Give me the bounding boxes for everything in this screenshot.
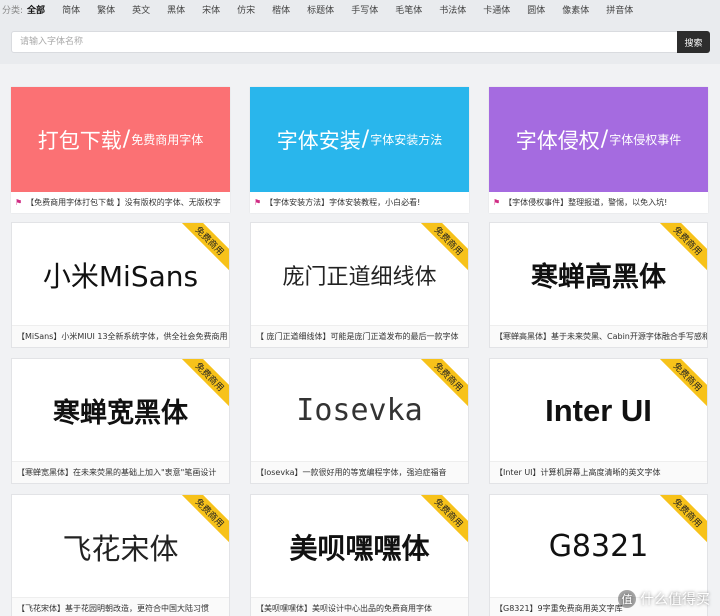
font-card[interactable]: 免费商用 庞门正道细线体 【 庞门正道细线体】可能是庞门正道发布的最后一款字体 — [250, 222, 469, 348]
category-simplified[interactable]: 简体 — [62, 3, 80, 16]
category-hei[interactable]: 黑体 — [167, 3, 185, 16]
font-caption[interactable]: 【MiSans】小米MIUI 13全新系统字体，供全社会免费商用 — [12, 325, 229, 347]
banner-slash: / — [361, 127, 370, 152]
banner-title: 字体侵权 — [515, 128, 600, 153]
flag-icon: ⚑ — [15, 198, 23, 207]
font-card[interactable]: 免费商用 Iosevka 【Iosevka】一款很好用的等宽编程字体，强迫症福音 — [250, 358, 469, 484]
banner-caption-text: 【字体安装方法】字体安装教程，小白必看! — [265, 198, 421, 207]
banner-slash: / — [122, 127, 131, 152]
banner-caption[interactable]: ⚑ 【字体侵权事件】整理报道，警惕，以免入坑! — [489, 192, 708, 213]
category-all[interactable]: 全部 — [27, 3, 45, 16]
banner-infringement[interactable]: 字体侵权 / 字体侵权事件 ⚑ 【字体侵权事件】整理报道，警惕，以免入坑! — [489, 87, 708, 213]
category-title[interactable]: 标题体 — [307, 3, 334, 16]
banner-title: 字体安装 — [276, 128, 361, 153]
category-fangsong[interactable]: 仿宋 — [237, 3, 255, 16]
font-caption[interactable]: 【Iosevka】一款很好用的等宽编程字体，强迫症福音 — [251, 461, 468, 483]
banner-caption-text: 【免费商用字体打包下载 】没有版权的字体、无版权字 — [26, 198, 221, 207]
font-card[interactable]: 免费商用 飞花宋体 【飞花宋体】基于花园明朝改造，更符合中国大陆习惯 — [11, 494, 230, 616]
banner-install[interactable]: 字体安装 / 字体安装方法 ⚑ 【字体安装方法】字体安装教程，小白必看! — [250, 87, 469, 213]
flag-icon: ⚑ — [493, 198, 501, 207]
font-caption[interactable]: 【寒蝉宽黑体】在未来荧黑的基础上加入"衷意"笔画设计 — [12, 461, 229, 483]
category-english[interactable]: 英文 — [132, 3, 150, 16]
banner-image: 打包下载 / 免费商用字体 — [11, 87, 230, 192]
watermark-text: 什么值得买 — [640, 592, 710, 608]
banner-caption[interactable]: ⚑ 【字体安装方法】字体安装教程，小白必看! — [250, 192, 469, 213]
font-caption[interactable]: 【美呗嘿嘿体】美呗设计中心出品的免费商用字体 — [251, 597, 468, 616]
banner-subtitle: 免费商用字体 — [131, 133, 204, 147]
category-calligraphy[interactable]: 书法体 — [439, 3, 466, 16]
banner-download[interactable]: 打包下载 / 免费商用字体 ⚑ 【免费商用字体打包下载 】没有版权的字体、无版权字 — [11, 87, 230, 213]
category-song[interactable]: 宋体 — [202, 3, 220, 16]
banner-caption-text: 【字体侵权事件】整理报道，警惕，以免入坑! — [504, 198, 668, 207]
category-bar: 分类: 全部 简体 繁体 英文 黑体 宋体 仿宋 楷体 标题体 手写体 毛笔体 … — [0, 0, 720, 18]
watermark: 值 什么值得买 — [618, 589, 710, 609]
font-card[interactable]: 免费商用 小米MiSans 【MiSans】小米MIUI 13全新系统字体，供全… — [11, 222, 230, 348]
category-kai[interactable]: 楷体 — [272, 3, 290, 16]
category-pinyin[interactable]: 拼音体 — [606, 3, 633, 16]
banner-caption[interactable]: ⚑ 【免费商用字体打包下载 】没有版权的字体、无版权字 — [11, 192, 230, 213]
search-input[interactable] — [12, 32, 677, 52]
font-caption[interactable]: 【 庞门正道细线体】可能是庞门正道发布的最后一款字体 — [251, 325, 468, 347]
search-bar: 搜索 — [11, 31, 710, 53]
font-caption[interactable]: 【飞花宋体】基于花园明朝改造，更符合中国大陆习惯 — [12, 597, 229, 616]
font-card[interactable]: 免费商用 Inter UI 【Inter UI】计算机屏幕上高度清晰的英文字体 — [489, 358, 708, 484]
search-button[interactable]: 搜索 — [677, 31, 710, 53]
category-label: 分类: — [2, 5, 24, 16]
category-handwriting[interactable]: 手写体 — [351, 3, 378, 16]
watermark-logo-icon: 值 — [618, 590, 636, 608]
banner-image: 字体侵权 / 字体侵权事件 — [489, 87, 708, 192]
flag-icon: ⚑ — [254, 198, 262, 207]
category-brush[interactable]: 毛笔体 — [395, 3, 422, 16]
font-card[interactable]: 免费商用 美呗嘿嘿体 【美呗嘿嘿体】美呗设计中心出品的免费商用字体 — [250, 494, 469, 616]
font-card[interactable]: 免费商用 寒蝉高黑体 【寒蝉高黑体】基于未来荧黑、Cabin开源字体融合手写感和 — [489, 222, 708, 348]
top-bar: 分类: 全部 简体 繁体 英文 黑体 宋体 仿宋 楷体 标题体 手写体 毛笔体 … — [0, 0, 720, 64]
category-traditional[interactable]: 繁体 — [97, 3, 115, 16]
banner-title: 打包下载 — [37, 128, 122, 153]
banner-image: 字体安装 / 字体安装方法 — [250, 87, 469, 192]
category-cartoon[interactable]: 卡通体 — [483, 3, 510, 16]
font-card[interactable]: 免费商用 寒蝉宽黑体 【寒蝉宽黑体】在未来荧黑的基础上加入"衷意"笔画设计 — [11, 358, 230, 484]
category-round[interactable]: 圆体 — [527, 3, 545, 16]
banner-slash: / — [600, 127, 609, 152]
category-pixel[interactable]: 像素体 — [562, 3, 589, 16]
font-caption[interactable]: 【Inter UI】计算机屏幕上高度清晰的英文字体 — [490, 461, 707, 483]
banner-subtitle: 字体安装方法 — [370, 133, 443, 147]
banner-subtitle: 字体侵权事件 — [609, 133, 682, 147]
font-caption[interactable]: 【寒蝉高黑体】基于未来荧黑、Cabin开源字体融合手写感和 — [490, 325, 707, 347]
